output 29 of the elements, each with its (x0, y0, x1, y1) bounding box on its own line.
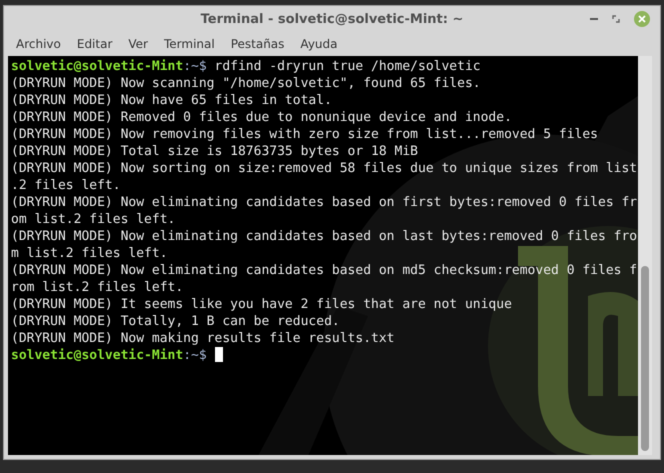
output-line: .2 files left. (11, 177, 121, 194)
output-line: (DRYRUN MODE) Now making results file results.txt (11, 330, 395, 347)
prompt-line: solvetic@solvetic-Mint:~$ (11, 347, 222, 364)
menu-item[interactable]: Editar (68, 35, 120, 53)
menu-item[interactable]: Terminal (156, 35, 223, 53)
output-line: (DRYRUN MODE) Removed 0 files due to nonunique device and inode. (11, 109, 512, 126)
output-line: (DRYRUN MODE) Now eliminating candidates based on last bytes:removed 0 files fro (11, 228, 638, 245)
menu-item[interactable]: Archivo (8, 35, 69, 53)
menu-item[interactable]: Pestañas (222, 35, 292, 53)
output-line: (DRYRUN MODE) It seems like you have 2 files that are not unique (11, 296, 512, 313)
maximize-icon[interactable] (612, 15, 620, 23)
output-line: m list.2 files left. (11, 245, 168, 262)
menu-item[interactable]: Ver (120, 35, 156, 53)
output-line: (DRYRUN MODE) Total size is 18763735 bytes or 18 MiB (11, 143, 418, 160)
window-title: Terminal - solvetic@solvetic-Mint: ~ (200, 12, 464, 26)
scrollbar-thumb[interactable] (641, 266, 649, 451)
output-line: (DRYRUN MODE) Totally, 1 B can be reduced. (11, 313, 340, 330)
menu-item[interactable]: Ayuda (292, 35, 346, 53)
close-icon[interactable] (634, 11, 650, 27)
output-line: (DRYRUN MODE) Now eliminating candidates based on first bytes:removed 0 files fr (11, 194, 638, 211)
output-line: (DRYRUN MODE) Now sorting on size:removed 58 files due to unique sizes from list (11, 160, 638, 177)
scrollbar[interactable] (638, 56, 652, 455)
output-line: (DRYRUN MODE) Now removing files with zero size from list...removed 5 files (11, 126, 598, 143)
prompt-line: solvetic@solvetic-Mint:~$ rdfind -dryrun true /home/solvetic (11, 58, 481, 75)
output-line: om list.2 files left. (11, 211, 176, 228)
output-line: (DRYRUN MODE) Now have 65 files in total. (11, 92, 332, 109)
output-line: (DRYRUN MODE) Now eliminating candidates based on md5 checksum:removed 0 files f (11, 262, 638, 279)
output-line: (DRYRUN MODE) Now scanning "/home/solvetic", found 65 files. (11, 75, 481, 92)
output-line: rom list.2 files left. (11, 279, 184, 296)
